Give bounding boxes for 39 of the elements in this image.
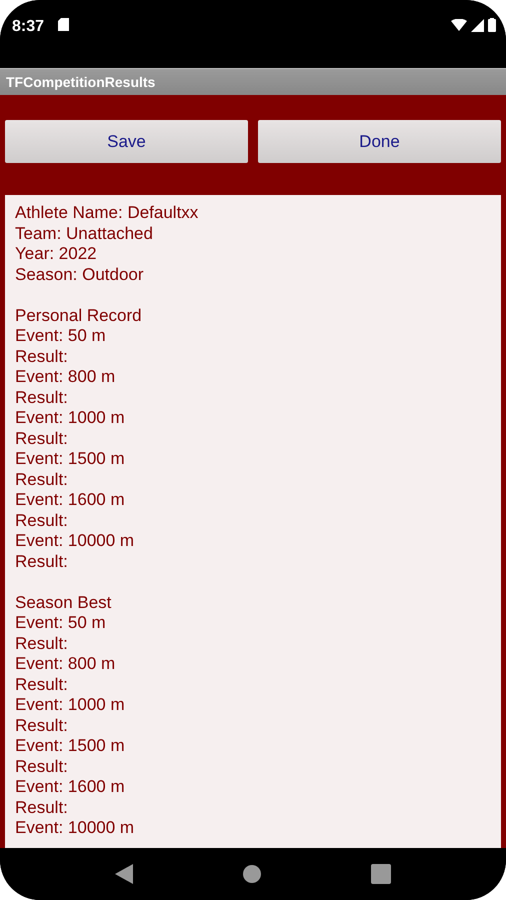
result-line: Result: — [15, 674, 69, 695]
result-line: Result: — [15, 716, 69, 736]
wifi-icon — [451, 19, 467, 31]
result-line: Event: 800 m — [15, 367, 116, 388]
result-line: Result: — [15, 510, 69, 531]
result-line: Result: — [15, 756, 69, 777]
app-title: TFCompetitionResults — [6, 74, 156, 90]
result-line: Result: — [15, 634, 69, 654]
result-line: Event: 1600 m — [15, 490, 126, 510]
status-time: 8:37 — [12, 18, 44, 36]
sd-card-icon — [58, 18, 70, 31]
result-line: Event: 1000 m — [15, 408, 126, 428]
battery-icon — [488, 18, 496, 32]
section-title: Season Best — [15, 592, 112, 613]
result-line: Event: 1500 m — [15, 449, 126, 470]
result-line: Event: 50 m — [15, 613, 107, 634]
result-line: Result: — [15, 428, 69, 449]
result-line: Result: — [15, 388, 69, 408]
result-line: Event: 1500 m — [15, 736, 126, 756]
signal-icon — [471, 18, 484, 32]
result-line: Result: — [15, 798, 69, 818]
result-line: Event: 10000 m — [15, 531, 136, 552]
result-line: Event: 800 m — [15, 654, 116, 674]
result-line: Event: 50 m — [15, 326, 107, 346]
result-line: Result: — [15, 552, 69, 572]
profile-line: Season: Outdoor — [15, 264, 145, 285]
profile-line: Team: Unattached — [15, 224, 154, 244]
profile-line: Athlete Name: Defaultxx — [15, 203, 200, 224]
home-icon[interactable] — [243, 865, 261, 883]
section-title: Personal Record — [15, 306, 143, 326]
result-line: Result: — [15, 346, 69, 367]
profile-line: Year: 2022 — [15, 244, 98, 264]
action-button[interactable]: Done — [258, 120, 501, 163]
back-icon[interactable] — [115, 864, 133, 884]
result-line: Event: 1600 m — [15, 777, 126, 798]
result-line: Event: 10000 m — [15, 818, 136, 838]
result-line: Event: 1000 m — [15, 695, 126, 716]
result-line: Result: — [15, 470, 69, 490]
action-button[interactable]: Save — [5, 120, 248, 163]
